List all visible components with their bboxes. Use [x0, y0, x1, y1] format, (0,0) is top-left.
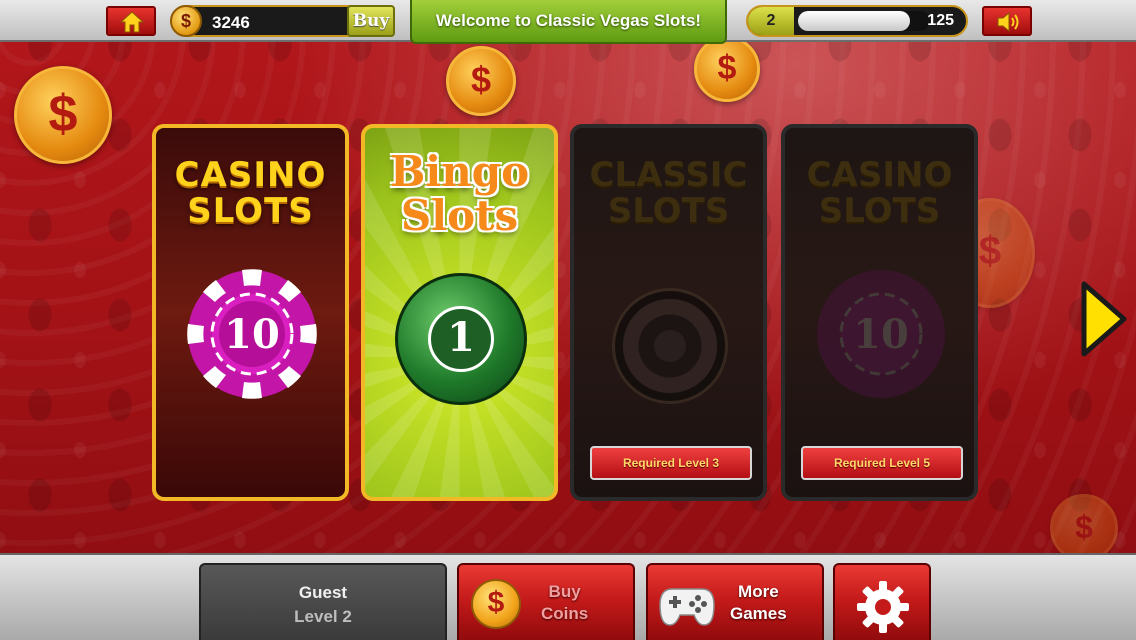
card-title-line1: CASINO — [174, 155, 327, 195]
level-progress: 2 125 — [746, 5, 968, 37]
buy-coins-button[interactable]: $ Buy Coins — [457, 563, 635, 640]
required-level-badge: Required Level 5 — [801, 446, 963, 480]
game-lobby: $ $ $ $ $ $ 3246 Buy Welcome to Classic … — [0, 0, 1136, 640]
home-button[interactable] — [106, 6, 156, 36]
card-title: CLASSIC SLOTS — [574, 155, 763, 231]
coin-icon: $ — [471, 579, 521, 629]
player-profile[interactable]: Guest Level 2 — [199, 563, 447, 640]
floating-coin: $ — [446, 46, 516, 116]
buy-coins-top-button[interactable]: Buy — [347, 5, 395, 37]
card-title-line2: SLOTS — [187, 190, 314, 231]
chip-value: 10 — [224, 311, 280, 358]
floating-coin: $ — [14, 66, 112, 164]
coin-amount: 3246 — [212, 13, 250, 32]
buy-coins-label-line2: Coins — [541, 604, 589, 623]
coin-balance: $ 3246 Buy — [170, 5, 395, 37]
more-games-label: More Games — [730, 581, 787, 625]
sound-button[interactable] — [982, 6, 1032, 36]
xp-track — [798, 11, 930, 31]
player-level: Level 2 — [294, 607, 352, 626]
more-games-label-line1: More — [738, 582, 779, 601]
top-bar: $ 3246 Buy Welcome to Classic Vegas Slot… — [0, 0, 1136, 44]
settings-button[interactable] — [833, 563, 931, 640]
card-title-line1: Bingo — [389, 147, 530, 196]
roulette-wheel-icon — [612, 288, 728, 404]
xp-fill — [798, 11, 911, 31]
xp-value: 125 — [927, 12, 954, 29]
game-card-bingo-slots[interactable]: Bingo Slots 1 — [361, 124, 558, 501]
more-games-button[interactable]: More Games — [646, 563, 824, 640]
card-title-line1: CLASSIC — [589, 155, 748, 195]
home-icon — [120, 11, 144, 33]
card-title-line2: SLOTS — [818, 190, 941, 231]
poker-chip-icon: 10 — [187, 269, 317, 399]
level-badge: 2 — [748, 7, 794, 35]
floating-coin: $ — [1050, 494, 1118, 562]
chip-value: 10 — [853, 311, 909, 358]
buy-coins-label-line1: Buy — [548, 582, 581, 601]
bingo-ball-icon: 1 — [395, 273, 527, 405]
game-card-classic-slots[interactable]: CLASSIC SLOTS Required Level 3 — [570, 124, 767, 501]
bingo-ball-number: 1 — [428, 306, 494, 372]
floating-coin: $ — [694, 36, 760, 102]
coin-icon: $ — [170, 5, 202, 37]
welcome-banner: Welcome to Classic Vegas Slots! — [410, 0, 727, 44]
game-card-casino-slots-locked[interactable]: CASINO SLOTS 10 Required Level 5 — [781, 124, 978, 501]
gamepad-icon — [659, 588, 715, 626]
card-title-line1: CASINO — [806, 155, 953, 195]
buy-coins-label: Buy Coins — [541, 581, 588, 625]
game-card-casino-slots[interactable]: CASINO SLOTS 10 — [152, 124, 349, 501]
card-title: CASINO SLOTS — [156, 155, 345, 231]
card-title: CASINO SLOTS — [785, 155, 974, 231]
gear-icon — [857, 581, 909, 633]
card-title-line2: SLOTS — [607, 190, 730, 231]
player-name: Guest — [298, 583, 348, 602]
card-title-line2: Slots — [400, 191, 519, 241]
card-title: Bingo Slots — [365, 147, 554, 241]
more-games-label-line2: Games — [730, 604, 787, 623]
required-level-badge: Required Level 3 — [590, 446, 752, 480]
bottom-bar: Guest Level 2 $ Buy Coins More Games — [0, 553, 1136, 640]
sound-icon — [997, 11, 1019, 33]
next-arrow-icon[interactable] — [1080, 280, 1128, 358]
poker-chip-icon: 10 — [817, 270, 945, 398]
